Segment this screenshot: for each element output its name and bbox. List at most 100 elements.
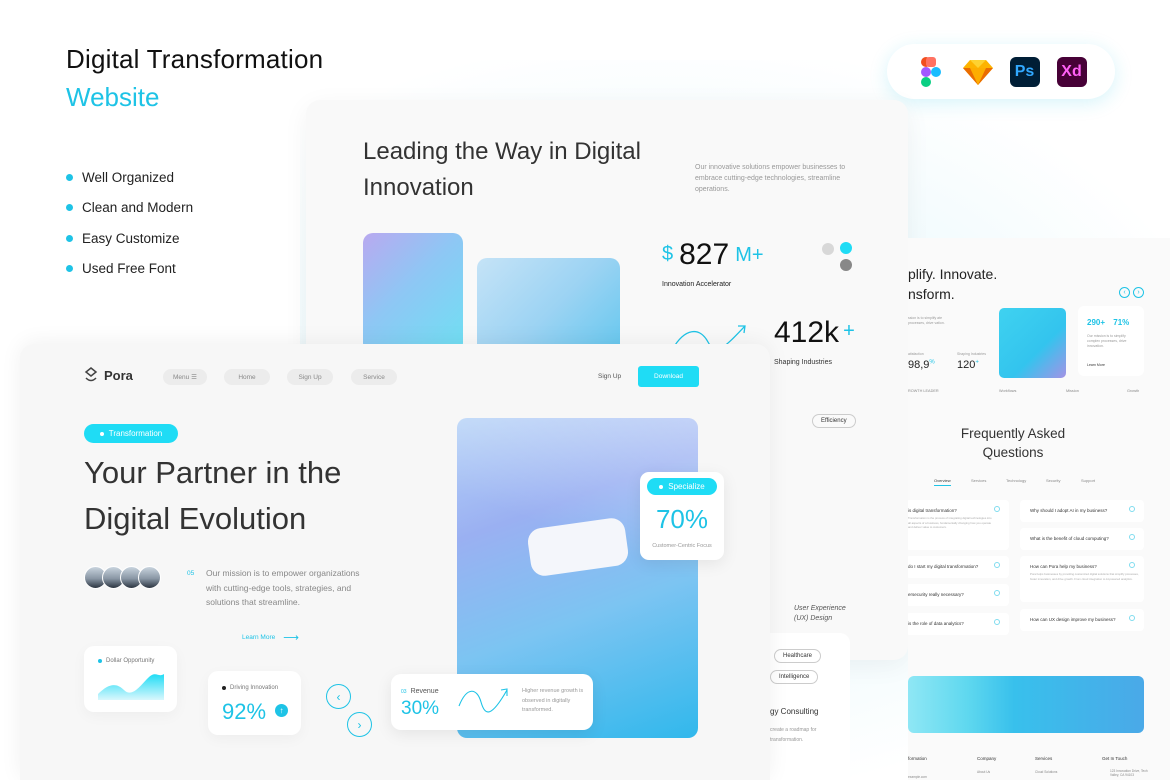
faq-tab-services[interactable]: Services [971,478,986,483]
decor-dots [820,241,852,273]
label: ROWTH LEADER [908,389,939,393]
hero-title: Your Partner in the Digital Evolution [84,455,342,536]
driving-innovation-card: Driving Innovation 92% ↑ [208,671,301,735]
dollar-opportunity-card: Dollar Opportunity [84,646,177,712]
stat-card: 290+ 71% Our mission is to simplify comp… [1078,306,1144,376]
faq-item[interactable]: Why should I adopt AI in my business? [1020,500,1144,522]
consulting-title: gy Consulting [770,707,819,716]
sketch-icon [962,57,993,87]
feature-label: Used Free Font [82,261,176,277]
faq-item[interactable]: is digital transformation? Transformation… [908,500,1009,550]
faq-item[interactable]: is the role of data analytics? [908,613,1009,635]
revenue-value: 30% [401,698,440,719]
faq-tab-support[interactable]: Support [1081,478,1095,483]
footer-heading: formation [908,756,927,761]
stat-card-text: Our mission is to simplify complex proce… [1087,334,1127,348]
right-title: plify. Innovate. nsform. [908,266,998,302]
label: Growth [1127,389,1140,393]
footer-link[interactable]: Cloud Solutions [1035,770,1057,774]
footer-address: 123 Innovation Drive, Tech Valley, CA 94… [1110,769,1148,777]
vr-image [363,233,463,353]
faq-tab-security[interactable]: Security [1046,478,1060,483]
feature-item: Well Organized [66,162,193,193]
stat-suffix: + [843,320,855,342]
tag-efficiency[interactable]: Efficiency [812,414,856,428]
back-card-title: Leading the Way in Digital Innovation [363,138,641,201]
prev-arrow-icon[interactable]: ‹ [1119,287,1130,298]
consulting-text: create a roadmap for transformation. [770,727,817,743]
nav-signup[interactable]: Sign Up [287,369,333,385]
plus-icon [994,590,1000,596]
plus-icon [994,619,1000,625]
logo[interactable]: Pora [84,367,133,383]
label: Mission [1066,389,1079,393]
specialize-caption: Customer-Centric Focus [652,543,712,549]
faq-item[interactable]: How can Pora help my business? Pora helps… [1020,556,1144,602]
ux-label: User Experience (UX) Design [794,605,846,622]
feature-label: Easy Customize [82,230,180,246]
stat-industries: 120+ [957,359,979,371]
next-arrow-icon[interactable]: › [1133,287,1144,298]
menu-button[interactable]: Menu ☰ [163,369,207,385]
pora-logo-icon [84,367,98,382]
arrow-right-icon: ⟶ [283,632,300,644]
plus-icon [994,506,1000,512]
revenue-trend-icon [458,688,508,713]
stat-currency: $ [662,243,674,265]
stat-label: Shaping Industries [774,359,832,366]
preview-card-right: plify. Innovate. nsform. ‹ › ssion is to … [908,238,1170,780]
intro-title: Digital Transformation [66,44,324,74]
vr-banner-image [908,676,1144,733]
nav-service[interactable]: Service [351,369,397,385]
stat-industries: 412k + [774,316,855,350]
driving-value: 92% [222,699,267,724]
faq-tab-overview[interactable]: Overview [934,478,951,486]
stat-suffix: M+ [735,244,764,266]
footer-link[interactable]: About Us [977,770,990,774]
footer-heading: Company [977,756,997,761]
specialize-value: 70% [655,504,709,534]
prev-arrow-button[interactable]: ‹ [326,684,351,709]
faq-item[interactable]: How can UX design improve my business? [1020,609,1144,631]
feature-label: Well Organized [82,169,175,185]
avatar [138,566,161,589]
footer-heading: Services [1035,756,1053,761]
faq-item[interactable]: do I start my digital transformation? [908,556,1009,578]
faq-tab-technology[interactable]: Technology [1006,478,1026,483]
mission-number: 05 [187,570,195,577]
stat-label: Innovation Accelerator [662,281,732,288]
footer-heading: Get In Touch [1102,756,1128,761]
revenue-text: Higher revenue growth is observed in dig… [522,688,584,713]
label: Workflows [999,389,1017,393]
download-button[interactable]: Download [638,366,699,387]
intro-subtitle: Website [66,82,160,112]
plus-icon [1129,615,1135,621]
hamburger-icon: ☰ [191,374,197,381]
tag-healthcare[interactable]: Healthcare [774,649,822,663]
tag-intelligence[interactable]: Intelligence [770,670,819,684]
stat-label: atisfaction [908,352,924,356]
stat-innovation: $ 827 M+ [662,238,764,272]
learn-more-link[interactable]: Learn More [1087,363,1105,368]
back-card-description: Our innovative solutions empower busines… [695,164,846,193]
learn-more-link[interactable]: Learn More ⟶ [242,631,299,644]
revenue-card: 03 Revenue 30% Higher revenue growth is o… [391,674,593,730]
signup-link[interactable]: Sign Up [598,373,621,380]
faq-title: Frequently Asked Questions [960,426,1066,460]
xd-icon: Xd [1056,56,1087,87]
faq-item[interactable]: What is the benefit of cloud computing? [1020,528,1144,550]
transformation-badge: Transformation [84,424,178,443]
footer-link[interactable]: example.com [908,775,927,779]
arrow-up-icon: ↑ [275,704,288,717]
plus-icon [1129,506,1135,512]
next-arrow-button[interactable]: › [347,712,372,737]
feature-item: Clean and Modern [66,193,193,224]
plus-icon [1129,534,1135,540]
specialize-card: Specialize 70% Customer-Centric Focus [640,472,724,560]
stat-value: 827 [679,238,730,271]
services-panel: Healthcare Intelligence gy Consulting cr… [770,633,850,780]
feature-item: Used Free Font [66,254,193,285]
faq-item[interactable]: ersecurity really necessary? [908,584,1009,606]
tools-badge: Ps Xd [887,44,1115,99]
nav-home[interactable]: Home [224,369,270,385]
